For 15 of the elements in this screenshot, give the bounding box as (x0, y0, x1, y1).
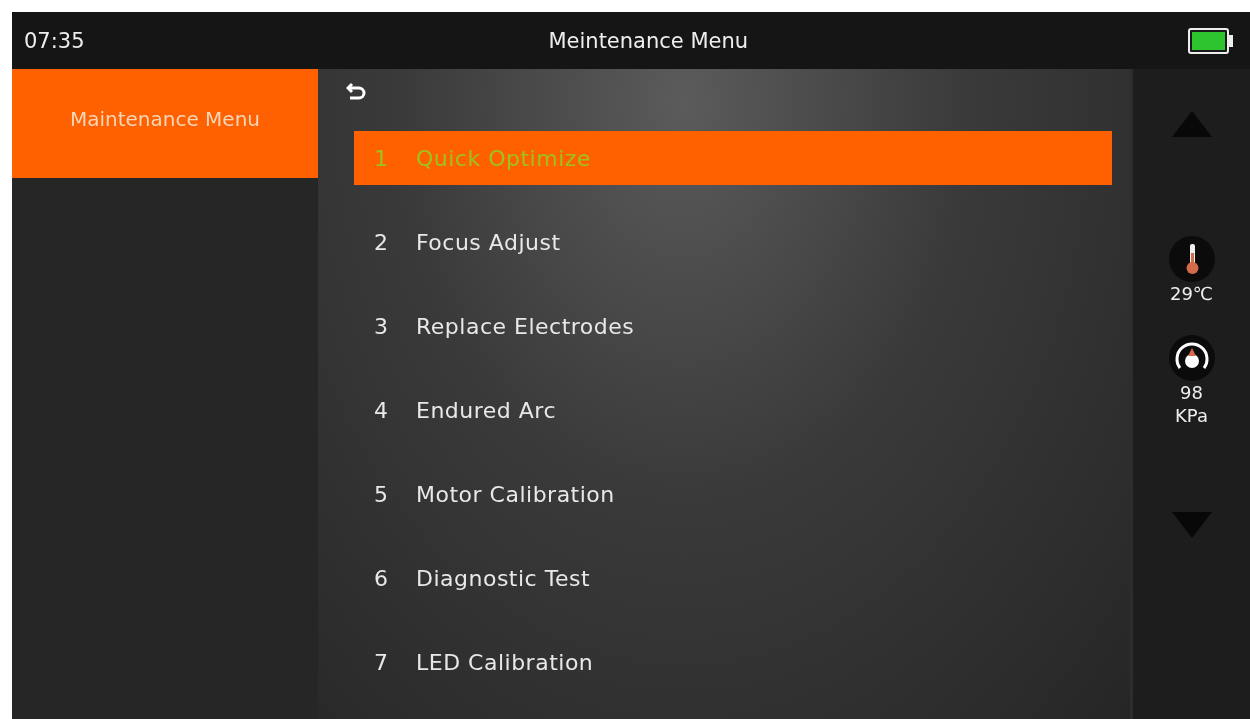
pressure-unit: KPa (1175, 405, 1208, 426)
menu-item[interactable]: 6 Diagnostic Test (354, 551, 1112, 605)
battery-icon (1188, 27, 1234, 54)
clock-time: 07:35 (24, 28, 85, 53)
menu-item[interactable]: 2 Focus Adjust (354, 215, 1112, 269)
screen-title: Meintenance Menu (548, 28, 749, 53)
thermometer-icon (1167, 235, 1216, 283)
menu-item[interactable]: 5 Motor Calibration (354, 467, 1112, 521)
pressure-value: 98 (1180, 382, 1203, 403)
back-icon[interactable] (346, 81, 366, 101)
menu-item[interactable]: 4 Endured Arc (354, 383, 1112, 437)
menu-item[interactable]: 3 Replace Electrodes (354, 299, 1112, 353)
menu-item[interactable]: 7 LED Calibration (354, 635, 1112, 689)
temperature-reading: 29℃ (1169, 283, 1214, 304)
gauge-icon (1167, 334, 1216, 382)
